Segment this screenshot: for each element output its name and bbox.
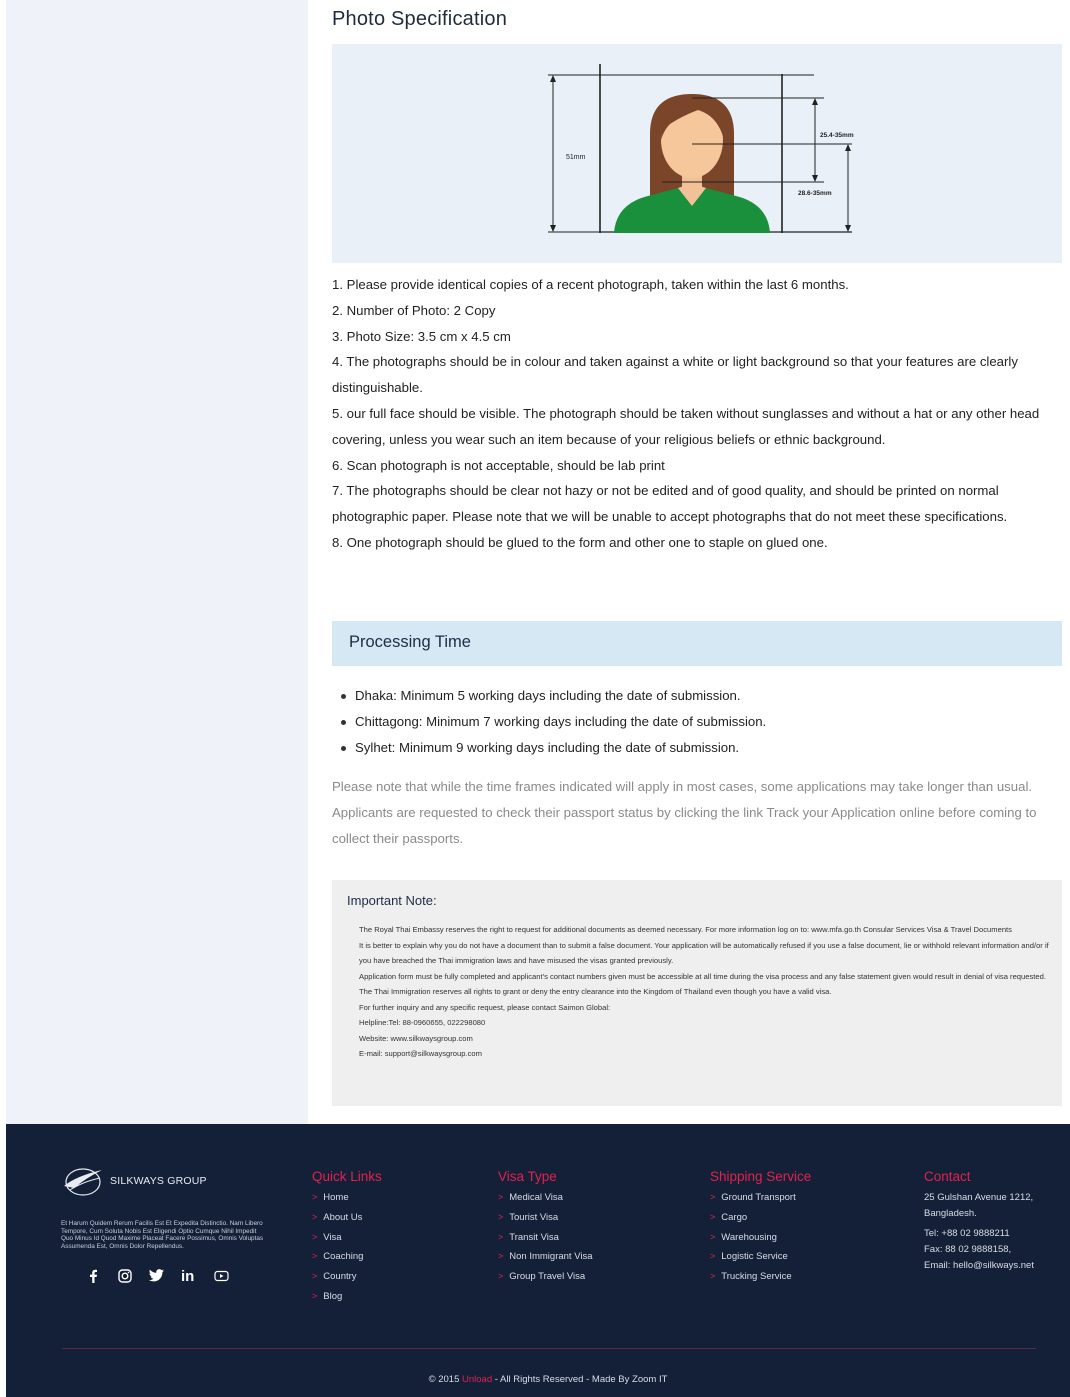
contact-email[interactable]: Email: hello@silkways.net xyxy=(924,1258,1064,1274)
footer-link-medical-visa[interactable]: > Medical Visa xyxy=(498,1188,593,1208)
contact-address-line1: 25 Gulshan Avenue 1212, xyxy=(924,1192,1034,1203)
footer-link-trucking-service[interactable]: > Trucking Service xyxy=(710,1267,811,1287)
label-height: 51mm xyxy=(566,154,586,161)
important-note-body: The Royal Thai Embassy reserves the righ… xyxy=(359,922,1051,1062)
footer-link-ground-transport[interactable]: > Ground Transport xyxy=(710,1188,811,1208)
contact-address-line2: Bangladesh. xyxy=(924,1208,977,1219)
footer-link-logistic-service[interactable]: > Logistic Service xyxy=(710,1247,811,1267)
note-line: Helpline:Tel: 88-0960655, 022298080 xyxy=(359,1018,486,1027)
important-note-box: Important Note: The Royal Thai Embassy r… xyxy=(332,880,1062,1106)
chevron-right-icon: > xyxy=(312,1231,318,1242)
visa-type-title: Visa Type xyxy=(498,1169,557,1184)
shipping-service-column: Shipping Service > Ground Transport > Carg… xyxy=(710,1169,811,1287)
processing-item: Sylhet: Minimum 9 working days including… xyxy=(340,735,1060,761)
photo-spec-diagram: 51mm 25.4-35mm 28.6-35mm xyxy=(332,44,1062,263)
chevron-right-icon: > xyxy=(312,1290,318,1301)
site-footer: SILKWAYS GROUP Et Harum Quidem Rerum Fac… xyxy=(6,1124,1070,1397)
spec-item: 5. our full face should be visible. The … xyxy=(332,405,1040,447)
silkways-logo-icon xyxy=(64,1168,102,1196)
footer-link-cargo[interactable]: > Cargo xyxy=(710,1208,811,1228)
copyright-brand-link[interactable]: Unload xyxy=(462,1374,492,1385)
spec-item: 3. Photo Size: 3.5 cm x 4.5 cm xyxy=(332,328,511,344)
footer-link-tourist-visa[interactable]: > Tourist Visa xyxy=(498,1208,593,1228)
photo-spec-list: 1. Please provide identical copies of a … xyxy=(332,272,1062,556)
brand-description: Et Harum Quidem Rerum Facilis Est Et Exp… xyxy=(61,1220,264,1250)
spec-item: 8. One photograph should be glued to the… xyxy=(332,534,828,550)
chevron-right-icon: > xyxy=(312,1211,318,1222)
footer-divider xyxy=(62,1348,1036,1349)
chevron-right-icon: > xyxy=(312,1192,318,1202)
contact-tel: Tel: +88 02 9888211 xyxy=(924,1228,1010,1239)
brand-name: SILKWAYS GROUP xyxy=(110,1175,207,1187)
chevron-right-icon: > xyxy=(498,1271,504,1282)
footer-link-about[interactable]: > About Us xyxy=(312,1208,382,1228)
spec-item: 4. The photographs should be in colour a… xyxy=(332,354,1018,396)
footer-link-non-immigrant-visa[interactable]: > Non Immigrant Visa xyxy=(498,1247,593,1267)
youtube-icon[interactable] xyxy=(214,1269,229,1287)
contact-fax: Fax: 88 02 9888158, xyxy=(924,1244,1012,1255)
quick-links-column: Quick Links > Home > About Us > Visa > Coach… xyxy=(312,1169,382,1307)
spec-item: 7. The photographs should be clear not h… xyxy=(332,483,1008,525)
footer-link-group-travel-visa[interactable]: > Group Travel Visa xyxy=(498,1267,593,1287)
processing-time-list: Dhaka: Minimum 5 working days including … xyxy=(340,683,1060,761)
linkedin-icon[interactable]: in xyxy=(181,1268,194,1285)
footer-link-coaching[interactable]: > Coaching xyxy=(312,1247,382,1267)
quick-links-title: Quick Links xyxy=(312,1169,382,1184)
chevron-right-icon: > xyxy=(498,1211,504,1222)
footer-link-visa[interactable]: > Visa xyxy=(312,1228,382,1248)
chevron-right-icon: > xyxy=(498,1192,504,1202)
chevron-right-icon: > xyxy=(498,1231,504,1242)
chevron-right-icon: > xyxy=(312,1251,318,1262)
processing-note: Please note that while the time frames i… xyxy=(332,779,1037,846)
twitter-icon[interactable] xyxy=(149,1269,164,1287)
chevron-right-icon: > xyxy=(710,1271,716,1282)
spec-item: 2. Number of Photo: 2 Copy xyxy=(332,302,496,318)
note-line: For further inquiry and any specific req… xyxy=(359,1002,611,1012)
processing-item: Chittagong: Minimum 7 working days inclu… xyxy=(340,709,1060,735)
footer-link-transit-visa[interactable]: > Transit Visa xyxy=(498,1228,593,1248)
processing-item: Dhaka: Minimum 5 working days including … xyxy=(340,683,1060,709)
copyright-text: © 2015 Unload - All Rights Reserved - Ma… xyxy=(428,1374,668,1385)
chevron-right-icon: > xyxy=(312,1271,318,1282)
note-line: The Thai Immigration reserves all rights… xyxy=(359,987,832,996)
social-links: in xyxy=(86,1268,246,1289)
contact-column: Contact 25 Gulshan Avenue 1212, Banglade… xyxy=(924,1169,1064,1274)
note-line: It is better to explain why you do not h… xyxy=(359,940,1049,966)
note-line: E-mail: support@silkwaysgroup.com xyxy=(359,1049,482,1058)
important-note-title: Important Note: xyxy=(347,893,437,908)
chevron-right-icon: > xyxy=(710,1251,716,1262)
label-face-size: 25.4-35mm xyxy=(820,132,854,139)
footer-link-blog[interactable]: > Blog xyxy=(312,1287,382,1307)
brand-logo[interactable]: SILKWAYS GROUP xyxy=(62,1164,262,1198)
chevron-right-icon: > xyxy=(710,1231,716,1242)
spec-item: 6. Scan photograph is not acceptable, sh… xyxy=(332,457,665,473)
footer-link-home[interactable]: > Home xyxy=(312,1188,382,1208)
note-line: The Royal Thai Embassy reserves the righ… xyxy=(359,925,1012,934)
passport-photo-illustration: 51mm 25.4-35mm 28.6-35mm xyxy=(548,64,854,233)
page-title: Photo Specification xyxy=(332,8,508,30)
processing-time-title: Processing Time xyxy=(349,633,471,651)
note-line: Website: www.silkwaysgroup.com xyxy=(359,1033,473,1043)
instagram-icon[interactable] xyxy=(118,1269,132,1288)
spec-item: 1. Please provide identical copies of a … xyxy=(332,277,849,292)
chevron-right-icon: > xyxy=(710,1211,716,1222)
chevron-right-icon: > xyxy=(710,1192,716,1202)
visa-type-column: Visa Type > Medical Visa > Tourist Visa > T… xyxy=(498,1169,593,1287)
facebook-icon[interactable] xyxy=(88,1269,98,1288)
chevron-right-icon: > xyxy=(498,1251,504,1262)
label-eye-level: 28.6-35mm xyxy=(798,190,832,197)
left-sidebar xyxy=(6,0,308,1124)
footer-link-country[interactable]: > Country xyxy=(312,1267,382,1287)
note-line: Application form must be fully completed… xyxy=(359,971,1046,981)
footer-link-warehousing[interactable]: > Warehousing xyxy=(710,1228,811,1248)
contact-title: Contact xyxy=(924,1169,971,1184)
processing-time-header: Processing Time xyxy=(332,621,1062,666)
shipping-service-title: Shipping Service xyxy=(710,1169,812,1184)
